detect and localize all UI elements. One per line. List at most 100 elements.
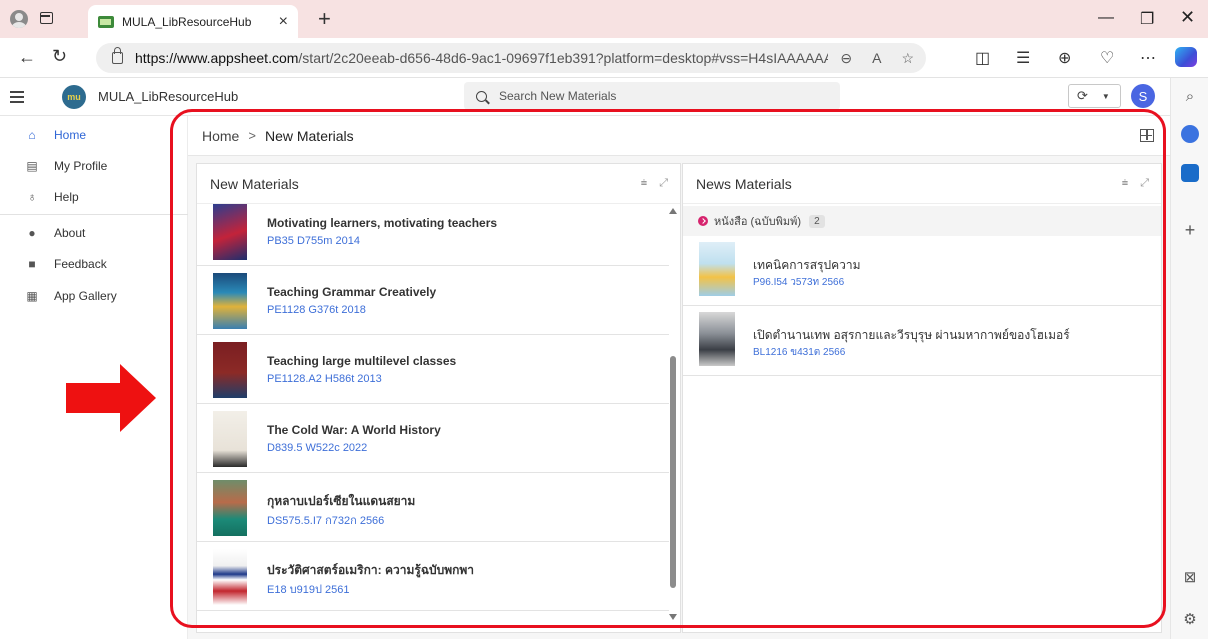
scrollbar[interactable]: [669, 206, 677, 632]
tab-close-icon[interactable]: ×: [279, 13, 288, 31]
address-bar: ← ↻ https://www.appsheet.com/start/2c20e…: [0, 38, 1208, 78]
browser-tab-bar: MULA_LibResourceHub × + — ❐ ✕: [0, 0, 1208, 38]
site-info-icon[interactable]: [112, 47, 123, 64]
nav-item-my-profile[interactable]: ▤ My Profile: [0, 151, 188, 181]
menu-icon[interactable]: [10, 91, 24, 103]
list-item[interactable]: Motivating learners, motivating teachers…: [197, 198, 669, 266]
filter-icon[interactable]: ⩧: [641, 177, 647, 190]
close-window-icon[interactable]: ✕: [1180, 7, 1195, 28]
list-item[interactable]: กุหลาบเปอร์เซียในแดนสยาม DS575.5.I7 ก732…: [197, 474, 669, 542]
minimize-icon[interactable]: —: [1098, 9, 1114, 27]
list-item[interactable]: ประวัติศาสตร์อเมริกา: ความรู้ฉบับพกพา E1…: [197, 543, 669, 611]
favorite-star-icon[interactable]: ☆: [901, 50, 914, 67]
nav-item-app-gallery[interactable]: ▦ App Gallery: [0, 281, 188, 311]
item-call-number: BL1216 ข431ต 2566: [753, 347, 846, 358]
lightbulb-icon: ♁: [27, 190, 37, 204]
nav-item-home[interactable]: ⌂ Home: [0, 120, 188, 150]
tab-actions-icon[interactable]: [40, 12, 53, 24]
panel-title: News Materials: [696, 175, 792, 192]
nav-item-label: Home: [54, 128, 87, 142]
zoom-icon[interactable]: ⊖: [840, 50, 852, 67]
add-sidebar-app-icon[interactable]: +: [1171, 220, 1208, 241]
book-cover-image: [213, 549, 247, 605]
read-aloud-icon[interactable]: A: [872, 50, 881, 67]
book-cover-image: [213, 273, 247, 329]
group-label: หนังสือ (ฉบับพิมพ์): [714, 216, 802, 228]
scroll-up-icon[interactable]: [669, 208, 677, 214]
item-title: เทคนิคการสรุปความ: [753, 258, 861, 272]
avatar[interactable]: S: [1131, 84, 1155, 108]
item-title: เปิดตำนานเทพ อสุรกายและวีรบุรุษ ผ่านมหาก…: [753, 328, 1070, 342]
browser-essentials-icon[interactable]: ♡: [1100, 48, 1114, 68]
nav-item-label: Help: [54, 190, 79, 204]
item-call-number: PE1128 G376t 2018: [267, 304, 366, 316]
hide-sidebar-icon[interactable]: ⊠: [1171, 568, 1208, 586]
grid-icon: ▦: [26, 289, 38, 303]
item-title: Motivating learners, motivating teachers: [267, 216, 498, 230]
back-icon[interactable]: ←: [18, 47, 36, 68]
outlook-icon[interactable]: [1181, 164, 1199, 182]
list-item[interactable]: Teaching large multilevel classes PE1128…: [197, 336, 669, 404]
list-item[interactable]: The Cold War: A World History D839.5 W52…: [197, 405, 669, 473]
group-expand-icon: [698, 216, 708, 226]
expand-icon[interactable]: ⤢: [1140, 177, 1149, 190]
book-cover-image: [699, 242, 735, 296]
item-title: The Cold War: A World History: [267, 423, 441, 437]
nav-item-about[interactable]: ● About: [0, 218, 188, 248]
book-cover-image: [213, 480, 247, 536]
panel-header: News Materials ⩧ ⤢: [683, 164, 1161, 204]
search-input[interactable]: Search New Materials: [464, 82, 840, 110]
scroll-down-icon[interactable]: [669, 614, 677, 620]
breadcrumb: Home > New Materials: [188, 116, 1170, 156]
sync-button[interactable]: ⟳ ▼: [1068, 84, 1121, 108]
url-field[interactable]: https://www.appsheet.com/start/2c20eeab-…: [96, 43, 926, 73]
split-screen-icon[interactable]: ◫: [975, 48, 990, 68]
list-item[interactable]: เทคนิคการสรุปความ P96.I54 ว573ท 2566: [683, 236, 1161, 306]
nav-item-label: About: [54, 226, 86, 240]
sidebar-search-icon[interactable]: ⌕: [1171, 88, 1208, 105]
scrollbar-thumb[interactable]: [670, 356, 676, 588]
annotation-arrow: [66, 383, 122, 413]
copilot-icon[interactable]: [1175, 47, 1197, 67]
list-item[interactable]: เปิดตำนานเทพ อสุรกายและวีรบุรุษ ผ่านมหาก…: [683, 306, 1161, 376]
url-text: https://www.appsheet.com/start/2c20eeab-…: [135, 50, 829, 66]
new-tab-icon[interactable]: +: [318, 6, 331, 32]
item-title: Teaching Grammar Creatively: [267, 285, 437, 299]
book-cover-image: [699, 312, 735, 366]
breadcrumb-home[interactable]: Home: [202, 128, 239, 144]
sync-icon: ⟳: [1077, 88, 1088, 103]
group-header[interactable]: หนังสือ (ฉบับพิมพ์) 2: [683, 206, 1161, 236]
expand-icon[interactable]: ⤢: [659, 177, 668, 190]
nav-divider: [0, 214, 188, 215]
layout-grid-icon[interactable]: [1140, 129, 1154, 142]
browser-profile-icon[interactable]: [10, 10, 28, 28]
settings-gear-icon[interactable]: ⚙: [1171, 610, 1208, 628]
breadcrumb-current: New Materials: [264, 127, 354, 144]
nav-item-feedback[interactable]: ■ Feedback: [0, 249, 188, 279]
main-content: Home > New Materials New Materials ⩧ ⤢ M…: [188, 116, 1170, 639]
nav-item-help[interactable]: ♁ Help: [0, 182, 188, 212]
more-options-icon[interactable]: ⋯: [1140, 48, 1156, 68]
reload-icon[interactable]: ↻: [52, 46, 67, 67]
filter-icon[interactable]: ⩧: [1122, 177, 1128, 190]
app-header: mu MULA_LibResourceHub Search New Materi…: [0, 78, 1170, 116]
edge-app-icon[interactable]: [1181, 125, 1199, 143]
search-icon: [476, 90, 487, 102]
news-materials-panel: News Materials ⩧ ⤢ หนังสือ (ฉบับพิมพ์) 2…: [682, 163, 1162, 633]
app-name: MULA_LibResourceHub: [98, 89, 239, 104]
book-cover-image: [213, 411, 247, 467]
collections-icon[interactable]: ⊕: [1058, 48, 1071, 68]
home-icon: ⌂: [28, 128, 36, 142]
item-call-number: E18 บ919ป 2561: [267, 584, 350, 596]
list-item[interactable]: Teaching Grammar Creatively PE1128 G376t…: [197, 267, 669, 335]
item-call-number: D839.5 W522c 2022: [267, 442, 368, 454]
left-navigation: ⌂ Home ▤ My Profile ♁ Help ● About ■ Fee…: [0, 116, 188, 639]
favorites-icon[interactable]: ☰: [1016, 48, 1030, 68]
new-materials-panel: New Materials ⩧ ⤢ Motivating learners, m…: [196, 163, 681, 633]
search-placeholder: Search New Materials: [499, 89, 617, 103]
item-title: กุหลาบเปอร์เซียในแดนสยาม: [267, 494, 416, 508]
browser-tab[interactable]: MULA_LibResourceHub ×: [88, 5, 298, 38]
app-logo: mu: [62, 85, 86, 109]
breadcrumb-separator: >: [248, 128, 256, 143]
restore-icon[interactable]: ❐: [1140, 9, 1154, 29]
